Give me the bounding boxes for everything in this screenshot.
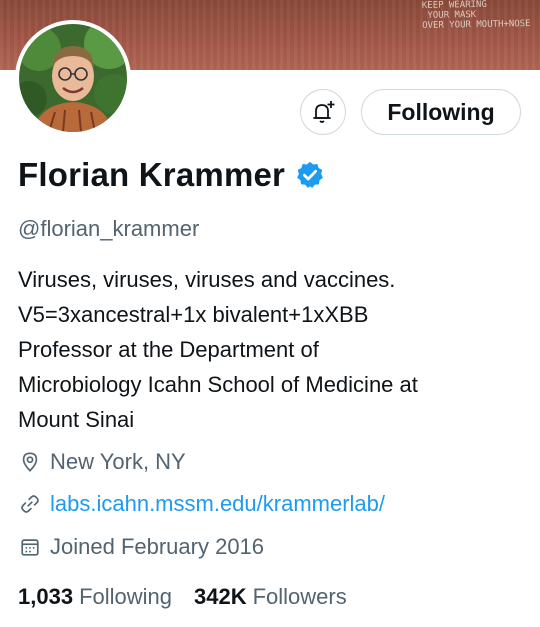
followers-stat[interactable]: 342K Followers xyxy=(194,584,347,610)
location-row: New York, NY xyxy=(18,449,186,475)
joined-text: Joined February 2016 xyxy=(50,534,265,559)
location-pin-icon xyxy=(18,450,42,474)
website-row: labs.icahn.mssm.edu/krammerlab/ xyxy=(18,491,385,517)
verified-badge-icon[interactable] xyxy=(295,160,325,190)
profile-stats: 1,033 Following 342K Followers xyxy=(18,584,369,610)
calendar-icon xyxy=(18,535,42,559)
followers-label: Followers xyxy=(252,584,347,609)
bio-line: Viruses, viruses, viruses and vaccines. xyxy=(18,267,396,292)
bio: Viruses, viruses, viruses and vaccines. … xyxy=(18,262,523,437)
location-text: New York, NY xyxy=(50,449,186,474)
display-name: Florian Krammer xyxy=(18,156,286,193)
following-count: 1,033 xyxy=(18,584,74,609)
bio-line: Microbiology Icahn School of Medicine at xyxy=(18,372,418,397)
following-stat[interactable]: 1,033 Following xyxy=(18,584,172,610)
followers-count: 342K xyxy=(194,584,247,609)
name-row: Florian Krammer xyxy=(18,156,325,194)
avatar[interactable] xyxy=(15,20,131,136)
following-label: Following xyxy=(79,584,172,609)
bio-line: Professor at the Department of xyxy=(18,337,319,362)
notification-bell-button[interactable] xyxy=(300,89,346,135)
banner-graffiti-text: KEEP WEARING YOUR MASK OVER YOUR MOUTH+N… xyxy=(421,0,531,31)
joined-row: Joined February 2016 xyxy=(18,534,264,560)
handle: @florian_krammer xyxy=(18,216,200,241)
notification-bell-plus-icon xyxy=(313,101,335,123)
link-icon xyxy=(18,492,42,516)
bio-line: Mount Sinai xyxy=(18,407,135,432)
bio-line: V5=3xancestral+1x bivalent+1xXBB xyxy=(18,302,369,327)
website-link[interactable]: labs.icahn.mssm.edu/krammerlab/ xyxy=(50,491,385,517)
following-button[interactable]: Following xyxy=(361,89,521,135)
